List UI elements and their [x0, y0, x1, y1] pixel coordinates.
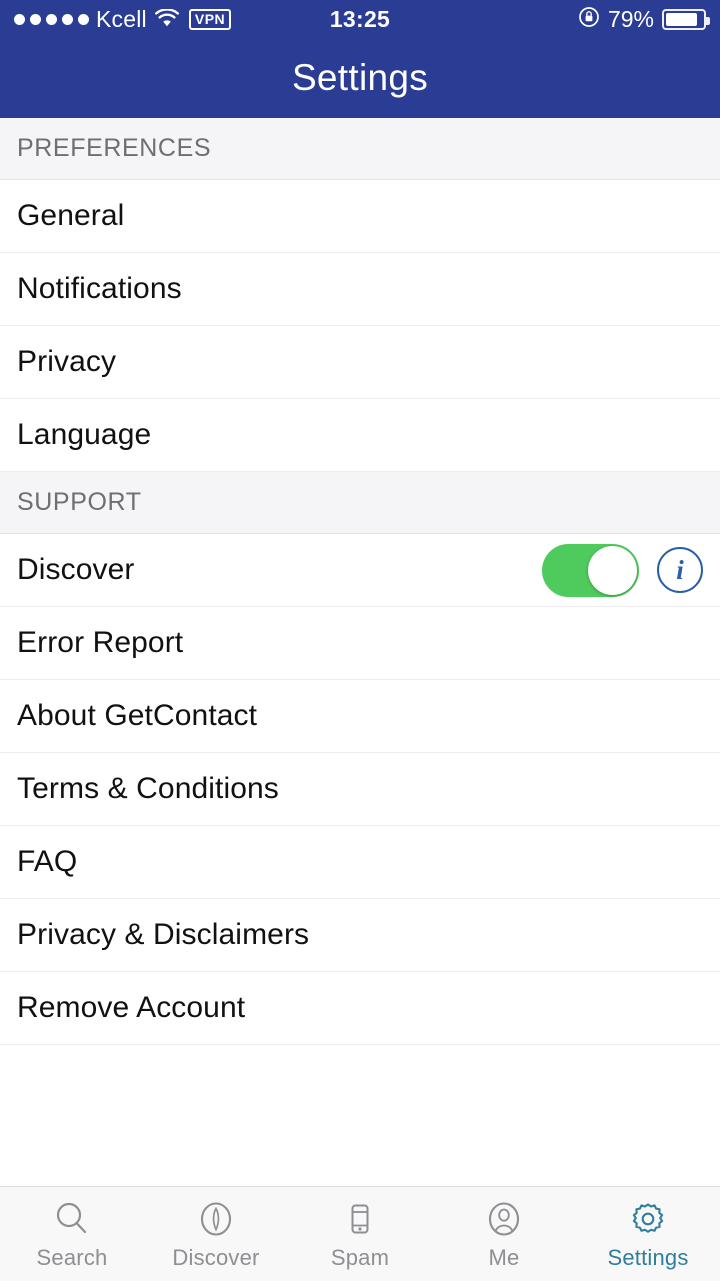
section-header-preferences: PREFERENCES: [0, 118, 720, 180]
search-icon: [51, 1198, 93, 1240]
list-item-about-getcontact[interactable]: About GetContact: [0, 680, 720, 753]
status-bar-right: 79%: [578, 5, 710, 33]
list-item-label: FAQ: [17, 845, 78, 878]
tab-label: Search: [36, 1244, 108, 1270]
list-item-label: Notifications: [17, 272, 182, 305]
person-circle-icon: [483, 1198, 525, 1240]
list-item-accessory: i: [542, 543, 703, 597]
tab-label: Discover: [172, 1244, 260, 1270]
tab-label: Settings: [607, 1244, 689, 1270]
tab-bar: Search Discover Spam Me Settings: [0, 1186, 720, 1281]
list-item-terms-conditions[interactable]: Terms & Conditions: [0, 753, 720, 826]
battery-icon: [662, 8, 710, 30]
gear-icon: [627, 1198, 669, 1240]
list-item-label: Error Report: [17, 626, 184, 659]
list-item-general[interactable]: General: [0, 180, 720, 253]
list-item-label: Terms & Conditions: [17, 772, 279, 805]
discover-toggle[interactable]: [542, 543, 639, 597]
tab-search[interactable]: Search: [0, 1187, 144, 1281]
list-item-label: About GetContact: [17, 699, 258, 732]
settings-screen: Kcell VPN 13:25 79% Settings PREFERENCES…: [0, 0, 720, 1281]
tab-settings[interactable]: Settings: [576, 1187, 720, 1281]
phone-device-icon: [339, 1198, 381, 1240]
list-item-label: Discover: [17, 553, 135, 586]
list-item-faq[interactable]: FAQ: [0, 826, 720, 899]
list-item-label: Remove Account: [17, 991, 246, 1024]
tab-discover[interactable]: Discover: [144, 1187, 288, 1281]
wifi-icon: [154, 8, 180, 29]
section-header-support: SUPPORT: [0, 472, 720, 534]
rotation-lock-icon: [578, 6, 600, 33]
tab-label: Me: [488, 1244, 520, 1270]
navigation-bar: Settings: [0, 38, 720, 118]
list-item-label: Language: [17, 418, 152, 451]
info-icon[interactable]: i: [657, 547, 703, 593]
list-item-notifications[interactable]: Notifications: [0, 253, 720, 326]
list-item-label: General: [17, 199, 125, 232]
status-bar: Kcell VPN 13:25 79%: [0, 0, 720, 38]
vpn-badge: VPN: [188, 8, 232, 30]
list-item-error-report[interactable]: Error Report: [0, 607, 720, 680]
tab-label: Spam: [330, 1244, 390, 1270]
list-item-remove-account[interactable]: Remove Account: [0, 972, 720, 1045]
battery-percent: 79%: [607, 5, 654, 32]
list-item-label: Privacy & Disclaimers: [17, 918, 310, 951]
list-item-privacy[interactable]: Privacy: [0, 326, 720, 399]
tab-me[interactable]: Me: [432, 1187, 576, 1281]
carrier-name: Kcell: [96, 5, 147, 32]
page-title: Settings: [291, 57, 429, 98]
status-bar-left: Kcell VPN: [14, 5, 232, 33]
list-item-discover[interactable]: Discover i: [0, 534, 720, 607]
list-item-privacy-disclaimers[interactable]: Privacy & Disclaimers: [0, 899, 720, 972]
signal-strength-icon: [14, 13, 89, 25]
settings-list: PREFERENCES General Notifications Privac…: [0, 118, 720, 1186]
compass-icon: [195, 1198, 237, 1240]
list-item-label: Privacy: [17, 345, 117, 378]
tab-spam[interactable]: Spam: [288, 1187, 432, 1281]
list-item-language[interactable]: Language: [0, 399, 720, 472]
